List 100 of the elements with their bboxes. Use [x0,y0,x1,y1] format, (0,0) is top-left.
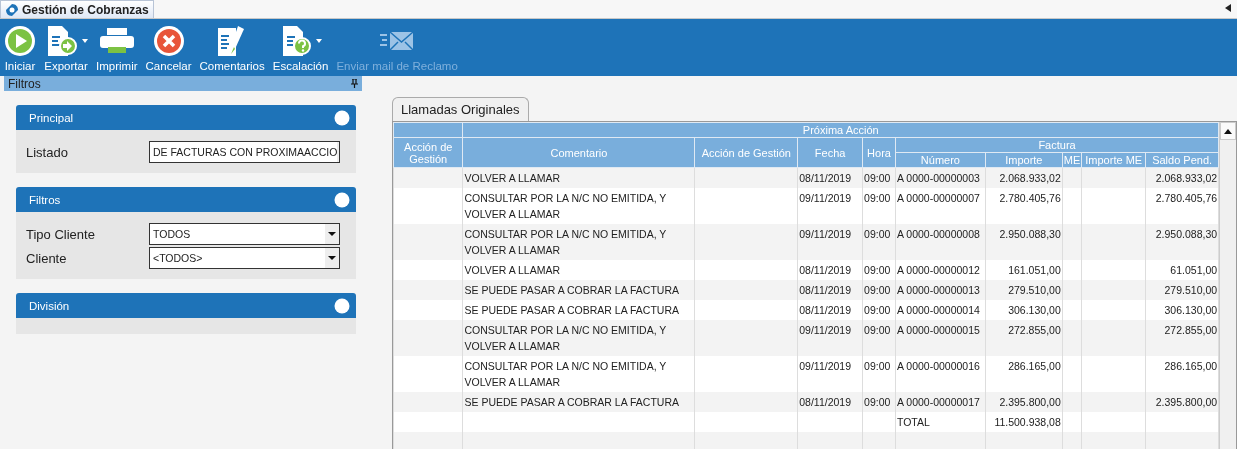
table-cell: A 0000-00000014 [896,304,980,316]
pin-icon[interactable] [351,79,358,88]
dropdown-field[interactable]: <TODOS> [149,247,340,269]
column-group-header: Próxima Acción [802,124,879,136]
table-cell: SE PUEDE PASAR A COBRAR LA FACTURA [464,304,679,316]
collapse-icon[interactable] [334,191,350,208]
table-cell: 09:00 [864,192,891,204]
caret-icon[interactable] [315,39,322,43]
table-cell: A 0000-00000015 [896,324,980,336]
table-cell: 2.950.088,30 [1155,228,1218,240]
table-cell: 09/11/2019 [799,360,851,372]
table-cell: CONSULTAR POR LA N/C NO EMITIDA, Y VOLVER A LLAMAR [464,360,667,388]
table-cell: 2.395.800,00 [999,396,1061,408]
table-cell: CONSULTAR POR LA N/C NO EMITIDA, Y VOLVER A LLAMAR [464,228,667,256]
table-cell: SE PUEDE PASAR A COBRAR LA FACTURA [464,396,679,408]
table-cell: A 0000-00000013 [896,284,980,296]
table-cell: A 0000-00000012 [896,264,980,276]
table-cell: 09:00 [864,324,891,336]
column-header: Hora [867,146,891,159]
table-cell: CONSULTAR POR LA N/C NO EMITIDA, Y VOLVER A LLAMAR [464,192,667,220]
table-cell: 286.165,00 [1164,360,1218,372]
caret-icon[interactable] [82,39,88,43]
field-label: Cliente [26,250,67,266]
table-cell: 09:00 [864,172,891,184]
panel-title: Filtros [8,76,41,91]
toolbar-button[interactable]: Cancelar [143,19,194,72]
table-cell: SE PUEDE PASAR A COBRAR LA FACTURA [464,284,679,296]
play-icon [4,25,36,57]
table-cell: VOLVER A LLAMAR [464,264,560,276]
table-cell: 2.068.933,02 [999,172,1061,184]
table-cell: 286.165,00 [1008,360,1061,372]
table-cell: 08/11/2019 [799,304,851,316]
tab[interactable]: Llamadas Originales [392,97,529,121]
app-logo-icon [5,2,19,17]
toolbar-button[interactable]: Comentarios [197,19,267,72]
table-cell: 09/11/2019 [799,324,851,336]
cancel-icon [152,25,185,57]
table-cell: 2.068.933,02 [1155,172,1218,184]
table-cell: 279.510,00 [1008,284,1061,296]
table-cell: 2.950.088,30 [999,228,1061,240]
table-cell: 09:00 [864,284,891,296]
table-cell: A 0000-00000008 [896,228,980,240]
window-tab[interactable]: Gestión de Cobranzas [0,0,154,18]
total-value: 11.500.938,08 [994,416,1061,428]
field-label: Tipo Cliente [26,226,95,242]
table-cell: 161.051,00 [1008,264,1061,276]
column-header: ME [1063,154,1081,166]
table-cell: A 0000-00000016 [896,360,980,372]
table-cell: 09/11/2019 [799,228,851,240]
section-title: Filtros [29,193,61,206]
table-cell: A 0000-00000003 [896,172,980,184]
section-title: División [29,299,70,312]
section-title: Principal [29,111,74,124]
table-cell: 08/11/2019 [799,284,851,296]
table-cell: 2.780.405,76 [1155,192,1218,204]
table-cell: A 0000-00000017 [896,396,980,408]
mail-icon [380,30,415,52]
toolbar-button[interactable]: Iniciar [2,19,38,72]
collapse-icon[interactable] [334,109,350,126]
table-cell: 306.130,00 [1008,304,1061,316]
dropdown-field[interactable]: DE FACTURAS CON PROXIMAACCIO [149,141,340,163]
column-header: Importe [1005,154,1043,166]
table-cell: 09/11/2019 [799,192,851,204]
table-cell: 09:00 [864,304,891,316]
table-cell: 2.780.405,76 [999,192,1061,204]
table-cell: 272.855,00 [1164,324,1218,336]
table-cell: A 0000-00000007 [896,192,980,204]
scrollbar[interactable] [1219,122,1236,449]
table-cell: 306.130,00 [1164,304,1218,316]
toolbar-button[interactable]: Imprimir [94,19,140,72]
table-cell: VOLVER A LLAMAR [464,172,560,184]
toolbar-button[interactable]: Escalación [270,19,331,72]
scroll-up-icon[interactable] [1224,128,1233,134]
column-group-header: Factura [1038,139,1076,151]
table-cell: 09:00 [864,228,891,240]
column-header: Fecha [814,146,846,159]
column-header: Importe ME [1085,154,1143,166]
table-cell: 09:00 [864,264,891,276]
scroll-left-icon[interactable] [1225,4,1231,12]
column-header: Comentario [550,146,608,159]
column-header: Saldo Pend. [1152,154,1213,166]
table-cell: 08/11/2019 [799,172,851,184]
toolbar-button[interactable]: Exportar [42,19,90,72]
table-cell: 272.855,00 [1008,324,1061,336]
table-cell: CONSULTAR POR LA N/C NO EMITIDA, Y VOLVER A LLAMAR [464,324,667,352]
table-cell: 09:00 [864,396,891,408]
table-cell: 08/11/2019 [799,396,851,408]
column-header: Número [920,154,960,166]
table-cell: 2.395.800,00 [1155,396,1218,408]
column-header: Acción de Gestión [701,146,791,159]
field-label: Listado [26,144,68,160]
table-cell: 08/11/2019 [799,264,851,276]
table-cell: 61.051,00 [1170,264,1218,276]
dropdown-field[interactable]: TODOS [149,223,340,245]
total-label: TOTAL [896,416,930,428]
table-cell: 09:00 [864,360,891,372]
printer-icon [98,26,135,56]
column-header: Acción de Gestión [404,140,453,165]
collapse-icon[interactable] [334,297,350,314]
table-cell: 279.510,00 [1164,284,1218,296]
